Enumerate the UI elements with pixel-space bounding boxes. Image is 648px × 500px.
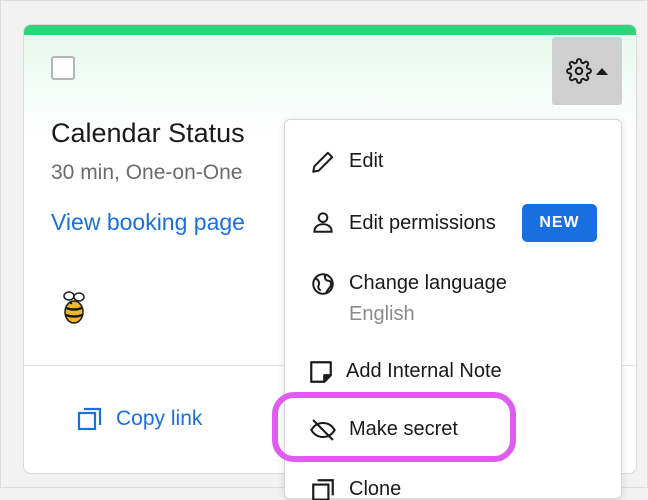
menu-item-add-internal-note[interactable]: Add Internal Note	[285, 350, 621, 392]
menu-item-label: Make secret	[349, 418, 458, 440]
gear-icon	[566, 58, 592, 84]
copy-link-button[interactable]: Copy link	[76, 405, 202, 433]
menu-item-label: Add Internal Note	[346, 360, 502, 382]
copy-icon	[77, 407, 102, 431]
globe-icon	[309, 270, 337, 298]
menu-item-make-secret[interactable]: Make secret	[285, 410, 621, 450]
eye-off-icon	[309, 416, 337, 444]
clone-icon	[309, 476, 337, 500]
current-language: English	[349, 303, 415, 325]
note-icon	[307, 358, 335, 386]
pencil-icon	[309, 148, 337, 176]
bee-icon	[63, 291, 85, 324]
card-color-bar	[24, 25, 636, 35]
new-badge: NEW	[522, 204, 597, 242]
user-icon	[309, 208, 337, 236]
menu-item-clone[interactable]: Clone	[285, 470, 621, 500]
event-title: Calendar Status	[51, 118, 245, 148]
menu-item-label: Edit	[349, 150, 384, 172]
view-booking-page-link[interactable]: View booking page	[51, 209, 245, 236]
menu-item-edit[interactable]: Edit	[285, 142, 621, 182]
menu-item-label: Edit permissions	[349, 212, 496, 234]
copy-link-label: Copy link	[116, 407, 203, 430]
menu-item-label: Change language	[349, 272, 507, 294]
viewport: Calendar Status 30 min, One-on-One View …	[0, 0, 648, 500]
settings-menu-button[interactable]	[552, 37, 622, 105]
event-meta: 30 min, One-on-One	[51, 161, 243, 184]
select-checkbox[interactable]	[51, 56, 75, 80]
settings-dropdown-menu: Edit Edit permissions NEW Change languag…	[284, 119, 622, 500]
caret-up-icon	[596, 67, 608, 75]
menu-item-change-language[interactable]: Change language English	[285, 262, 621, 332]
menu-item-label: Clone	[349, 478, 402, 500]
